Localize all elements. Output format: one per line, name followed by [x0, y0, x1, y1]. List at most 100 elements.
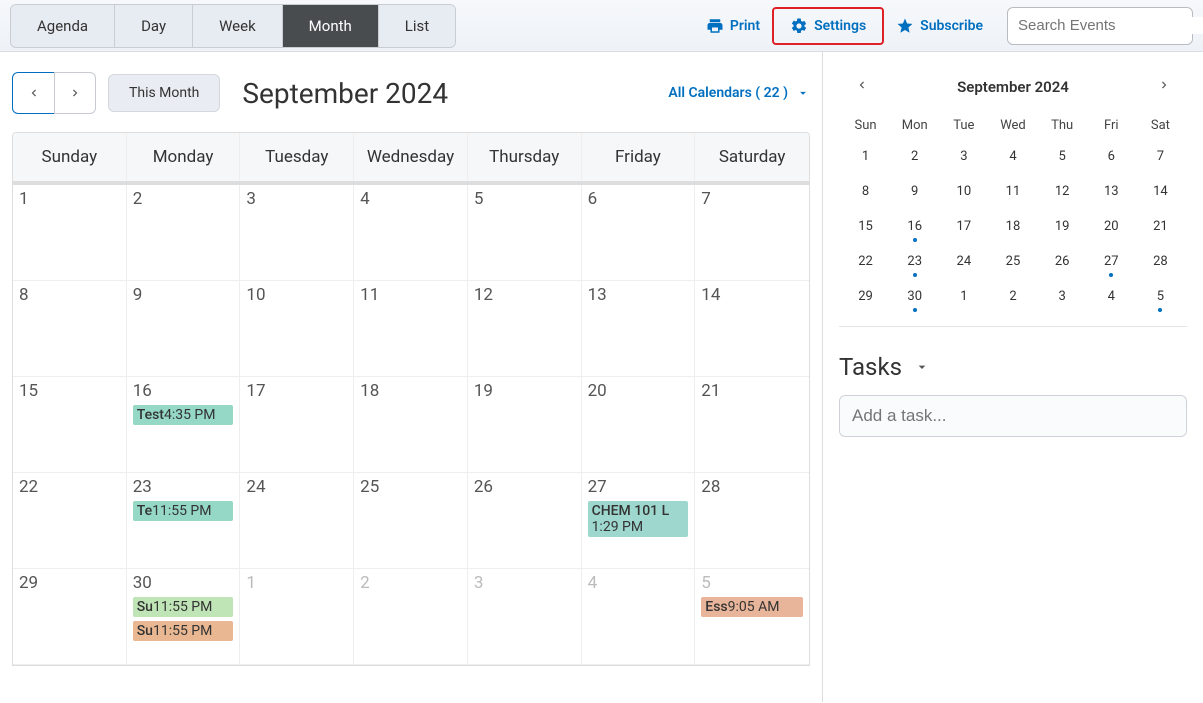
- search-box[interactable]: [1007, 7, 1193, 45]
- day-cell[interactable]: 20: [582, 377, 696, 473]
- day-cell[interactable]: 6: [582, 185, 696, 281]
- weekday-header: SundayMondayTuesdayWednesdayThursdayFrid…: [13, 133, 809, 185]
- mini-day[interactable]: 16: [894, 215, 935, 238]
- mini-day[interactable]: 25: [992, 250, 1033, 273]
- day-cell[interactable]: 12: [468, 281, 582, 377]
- next-month-button[interactable]: [54, 72, 96, 114]
- mini-day[interactable]: 29: [845, 285, 886, 308]
- mini-day[interactable]: 7: [1140, 145, 1181, 168]
- mini-day[interactable]: 18: [992, 215, 1033, 238]
- mini-day[interactable]: 2: [894, 145, 935, 168]
- mini-day[interactable]: 3: [943, 145, 984, 168]
- day-cell[interactable]: 23Te11:55 PM: [127, 473, 241, 569]
- mini-day[interactable]: 20: [1091, 215, 1132, 238]
- event-chip[interactable]: Su11:55 PM: [133, 621, 234, 641]
- mini-day[interactable]: 17: [943, 215, 984, 238]
- day-number: 11: [360, 285, 461, 305]
- view-tab-month[interactable]: Month: [283, 5, 379, 47]
- mini-day[interactable]: 6: [1091, 145, 1132, 168]
- weekday-label: Sunday: [13, 133, 127, 181]
- day-cell[interactable]: 4: [582, 569, 696, 665]
- day-cell[interactable]: 25: [354, 473, 468, 569]
- day-cell[interactable]: 29: [13, 569, 127, 665]
- day-cell[interactable]: 24: [240, 473, 354, 569]
- settings-button[interactable]: Settings: [772, 7, 884, 45]
- task-input[interactable]: [839, 395, 1187, 437]
- print-button[interactable]: Print: [694, 11, 772, 41]
- view-tab-week[interactable]: Week: [193, 5, 283, 47]
- event-chip[interactable]: CHEM 101 L1:29 PM: [588, 501, 689, 537]
- mini-day[interactable]: 15: [845, 215, 886, 238]
- mini-day[interactable]: 22: [845, 250, 886, 273]
- day-cell[interactable]: 1: [240, 569, 354, 665]
- day-cell[interactable]: 28: [695, 473, 809, 569]
- day-cell[interactable]: 1: [13, 185, 127, 281]
- mini-day[interactable]: 30: [894, 285, 935, 308]
- event-chip[interactable]: Su11:55 PM: [133, 597, 234, 617]
- view-tab-day[interactable]: Day: [115, 5, 193, 47]
- mini-day[interactable]: 21: [1140, 215, 1181, 238]
- mini-day[interactable]: 26: [1042, 250, 1083, 273]
- day-cell[interactable]: 13: [582, 281, 696, 377]
- day-cell[interactable]: 2: [127, 185, 241, 281]
- mini-day[interactable]: 11: [992, 180, 1033, 203]
- day-cell[interactable]: 3: [468, 569, 582, 665]
- mini-day[interactable]: 10: [943, 180, 984, 203]
- view-tab-agenda[interactable]: Agenda: [11, 5, 115, 47]
- mini-day[interactable]: 8: [845, 180, 886, 203]
- mini-day[interactable]: 5: [1042, 145, 1083, 168]
- day-cell[interactable]: 17: [240, 377, 354, 473]
- day-cell[interactable]: 30Su11:55 PMSu11:55 PM: [127, 569, 241, 665]
- mini-day[interactable]: 4: [992, 145, 1033, 168]
- day-cell[interactable]: 19: [468, 377, 582, 473]
- tasks-header[interactable]: Tasks: [839, 353, 1187, 381]
- day-cell[interactable]: 4: [354, 185, 468, 281]
- this-month-button[interactable]: This Month: [108, 74, 220, 112]
- mini-day[interactable]: 1: [943, 285, 984, 308]
- day-cell[interactable]: 14: [695, 281, 809, 377]
- day-cell[interactable]: 3: [240, 185, 354, 281]
- mini-day[interactable]: 19: [1042, 215, 1083, 238]
- day-cell[interactable]: 10: [240, 281, 354, 377]
- day-cell[interactable]: 5Ess9:05 AM: [695, 569, 809, 665]
- event-chip[interactable]: Ess9:05 AM: [701, 597, 803, 617]
- day-cell[interactable]: 11: [354, 281, 468, 377]
- day-cell[interactable]: 8: [13, 281, 127, 377]
- mini-day[interactable]: 5: [1140, 285, 1181, 308]
- day-cell[interactable]: 5: [468, 185, 582, 281]
- day-cell[interactable]: 16 Test4:35 PM: [127, 377, 241, 473]
- day-cell[interactable]: 2: [354, 569, 468, 665]
- day-cell[interactable]: 21: [695, 377, 809, 473]
- mini-prev-button[interactable]: [851, 74, 873, 100]
- mini-day[interactable]: 4: [1091, 285, 1132, 308]
- event-chip[interactable]: Test4:35 PM: [133, 405, 234, 425]
- mini-day[interactable]: 9: [894, 180, 935, 203]
- prev-month-button[interactable]: [12, 72, 54, 114]
- subscribe-button[interactable]: Subscribe: [884, 11, 995, 41]
- day-cell[interactable]: 22: [13, 473, 127, 569]
- day-cell[interactable]: 27CHEM 101 L1:29 PM: [582, 473, 696, 569]
- mini-day[interactable]: 23: [894, 250, 935, 273]
- mini-day[interactable]: 28: [1140, 250, 1181, 273]
- mini-day[interactable]: 27: [1091, 250, 1132, 273]
- mini-day[interactable]: 13: [1091, 180, 1132, 203]
- mini-day[interactable]: 14: [1140, 180, 1181, 203]
- print-label: Print: [730, 18, 760, 34]
- day-cell[interactable]: 9: [127, 281, 241, 377]
- mini-day[interactable]: 24: [943, 250, 984, 273]
- mini-day[interactable]: 3: [1042, 285, 1083, 308]
- mini-next-button[interactable]: [1153, 74, 1175, 100]
- day-number: 16: [133, 381, 234, 401]
- event-chip[interactable]: Te11:55 PM: [133, 501, 234, 521]
- view-tab-list[interactable]: List: [379, 5, 455, 47]
- day-cell[interactable]: 15: [13, 377, 127, 473]
- all-calendars-dropdown[interactable]: All Calendars ( 22 ): [668, 85, 810, 101]
- mini-day[interactable]: 1: [845, 145, 886, 168]
- mini-weekday-label: Thu: [1042, 118, 1083, 133]
- day-cell[interactable]: 18: [354, 377, 468, 473]
- mini-day[interactable]: 12: [1042, 180, 1083, 203]
- day-cell[interactable]: 26: [468, 473, 582, 569]
- search-input[interactable]: [1018, 17, 1203, 34]
- mini-day[interactable]: 2: [992, 285, 1033, 308]
- day-cell[interactable]: 7: [695, 185, 809, 281]
